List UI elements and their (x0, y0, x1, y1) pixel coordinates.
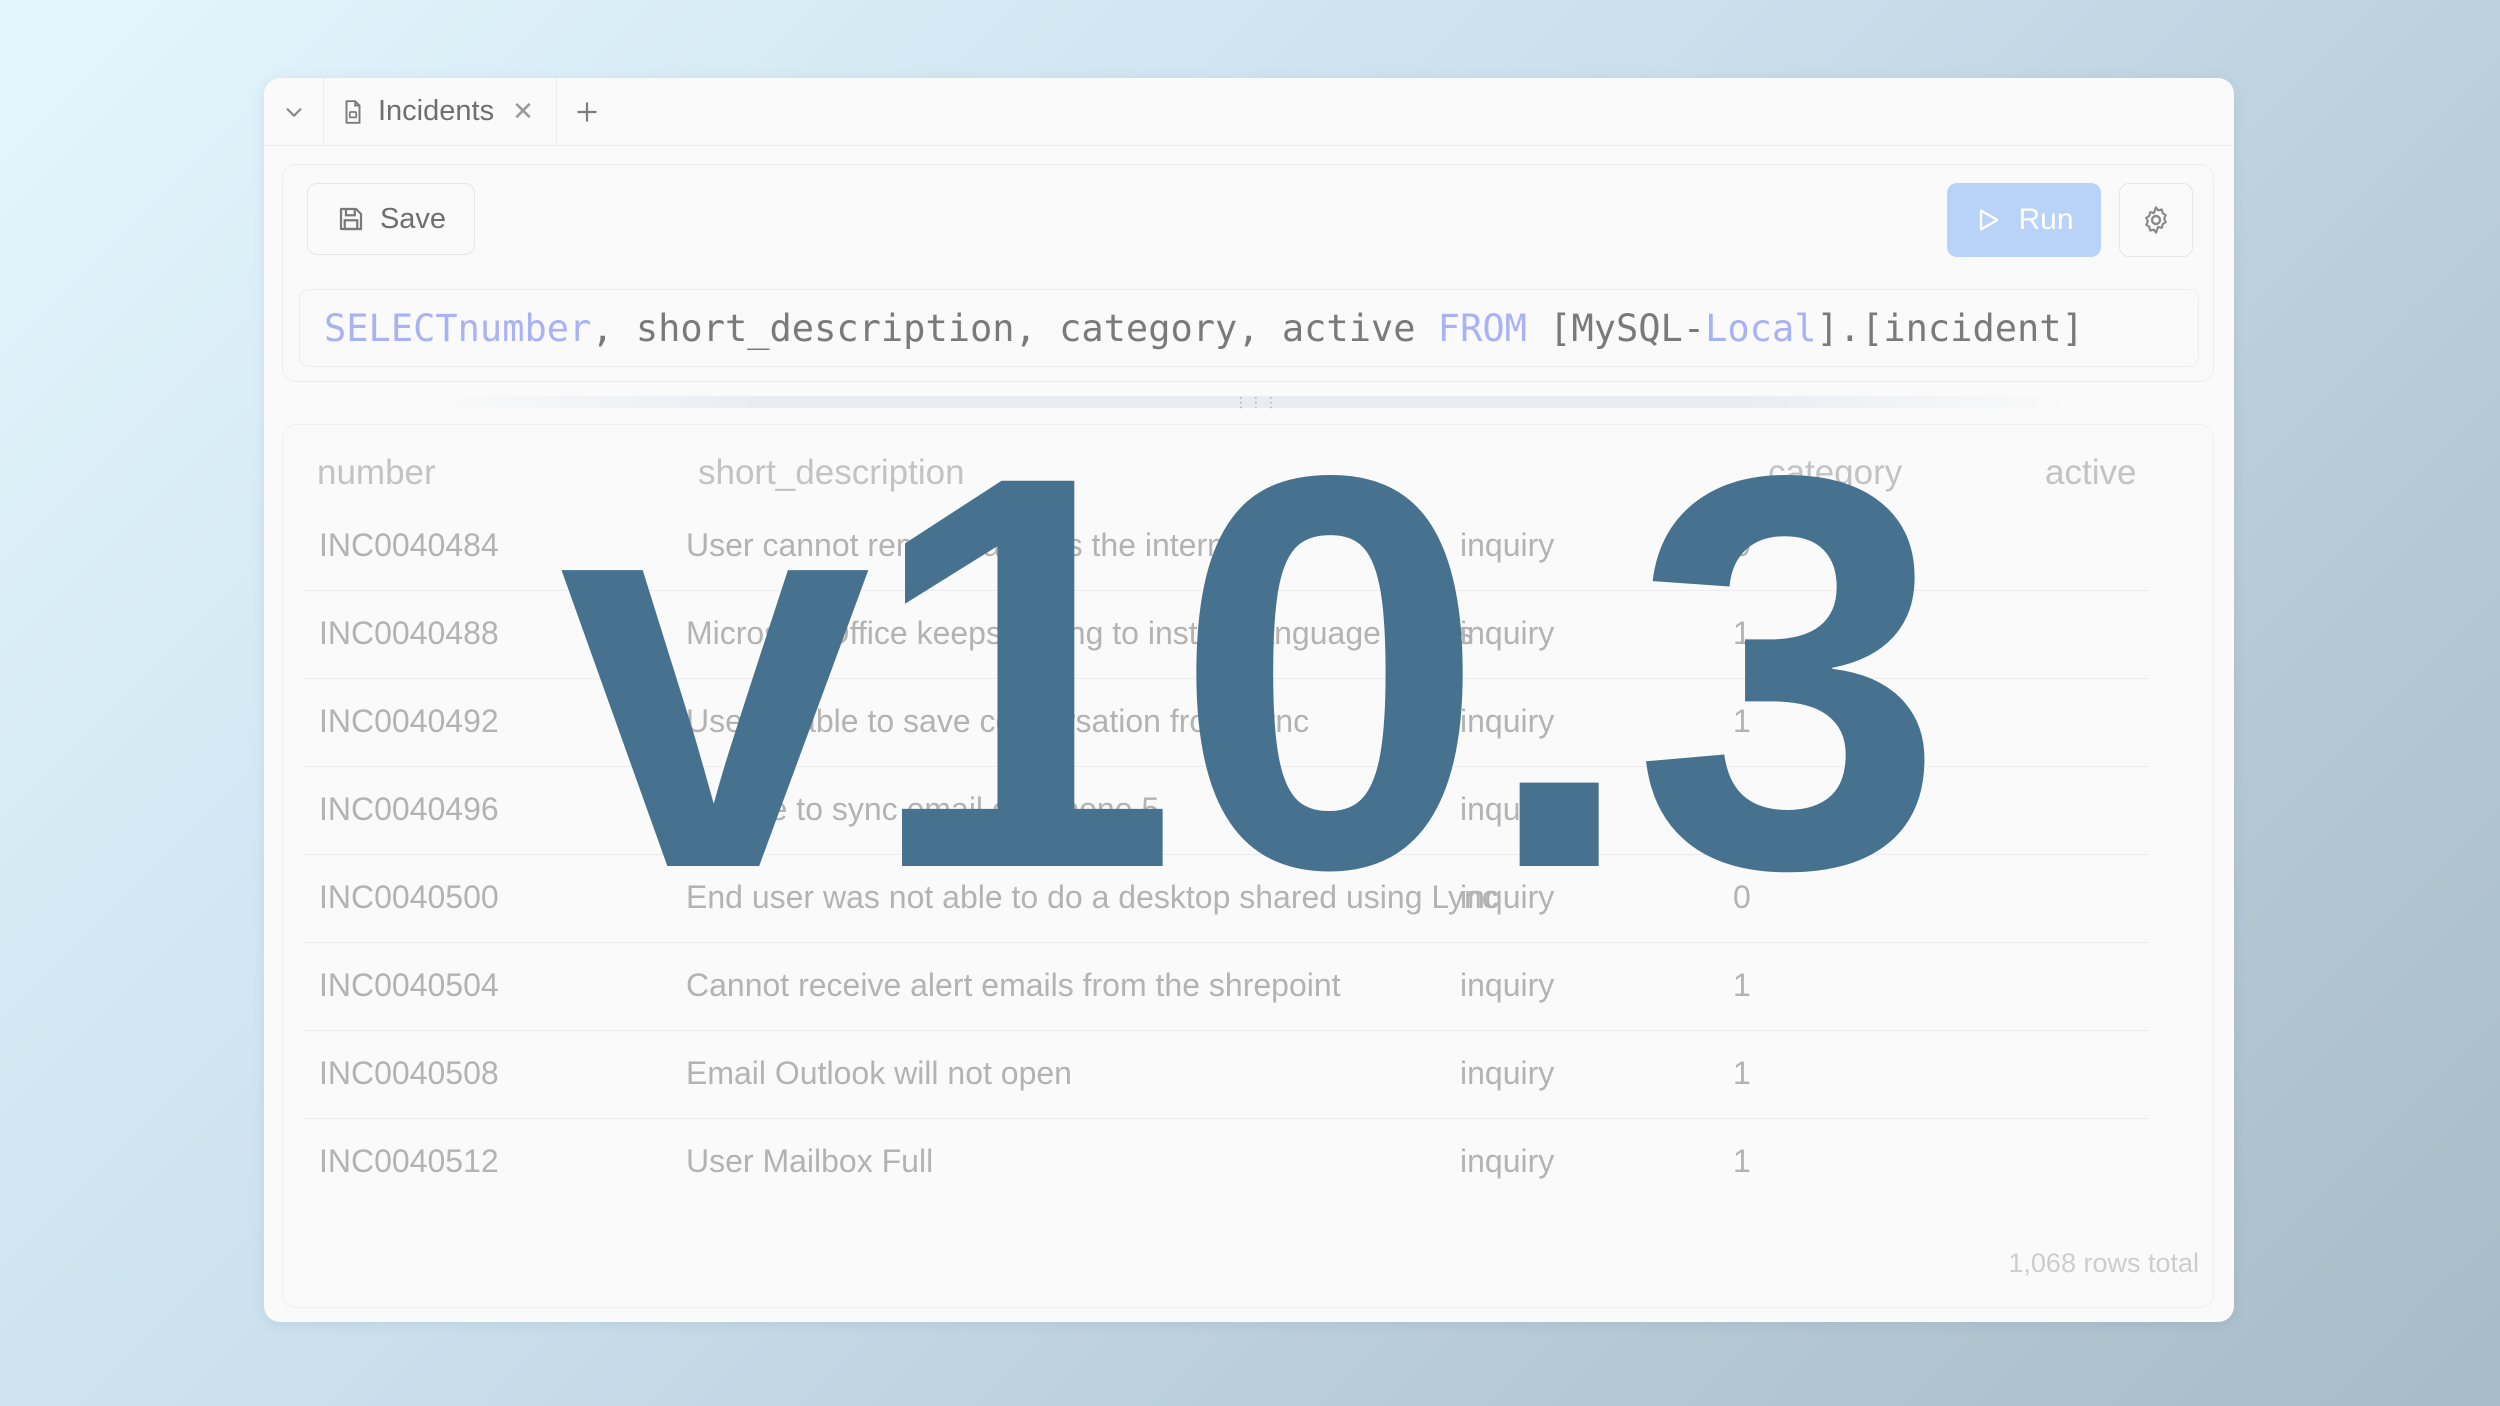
sql-keyword-from: FROM (1437, 306, 1527, 350)
new-tab-button[interactable] (557, 78, 617, 146)
cell-category: inquiry (1460, 1143, 1555, 1179)
table-row[interactable]: INC0040512 User Mailbox Full inquiry 1 (305, 1119, 2149, 1207)
version-overlay-text: v10.3 (559, 359, 1944, 985)
tab-incidents[interactable]: Incidents ✕ (324, 78, 557, 146)
tab-list-chevron-icon[interactable] (264, 78, 324, 146)
run-button[interactable]: Run (1947, 183, 2101, 257)
plus-icon (577, 101, 597, 122)
run-label: Run (2018, 203, 2074, 236)
save-button[interactable]: Save (307, 183, 475, 255)
gear-icon (2145, 206, 2167, 234)
cell-number: INC0040504 (319, 967, 499, 1003)
sql-field-number: number (457, 306, 592, 350)
row-count: 1,068 rows total (2008, 1248, 2199, 1278)
cell-active: 1 (1733, 1055, 1751, 1091)
save-icon (339, 207, 363, 231)
tab-bar: Incidents ✕ (264, 78, 2234, 146)
play-icon (1980, 209, 1999, 231)
sql-source-end: ].[incident] (1816, 306, 2084, 350)
cell-short-description: User Mailbox Full (686, 1143, 934, 1179)
sql-query-input[interactable]: SELECT number, short_description, catego… (299, 289, 2199, 367)
close-icon[interactable]: ✕ (512, 96, 534, 127)
query-editor-panel: Save Run SELECT number, short_descriptio… (282, 164, 2214, 382)
cell-category: inquiry (1460, 1055, 1555, 1091)
sql-source-start: [MySQL- (1526, 306, 1706, 350)
sql-source-local: Local (1705, 306, 1817, 350)
sql-field-list: , short_description, category, active (591, 306, 1438, 350)
tab-label: Incidents (378, 95, 495, 127)
cell-number: INC0040508 (319, 1055, 499, 1091)
document-icon (345, 99, 361, 124)
save-label: Save (379, 202, 447, 235)
sql-keyword-select: SELECT (324, 306, 458, 350)
cell-active: 1 (1733, 1143, 1751, 1179)
cell-number: INC0040512 (319, 1143, 499, 1179)
settings-button[interactable] (2119, 183, 2193, 257)
cell-short-description: Email Outlook will not open (686, 1055, 1072, 1091)
table-row[interactable]: INC0040508 Email Outlook will not open i… (305, 1031, 2149, 1119)
